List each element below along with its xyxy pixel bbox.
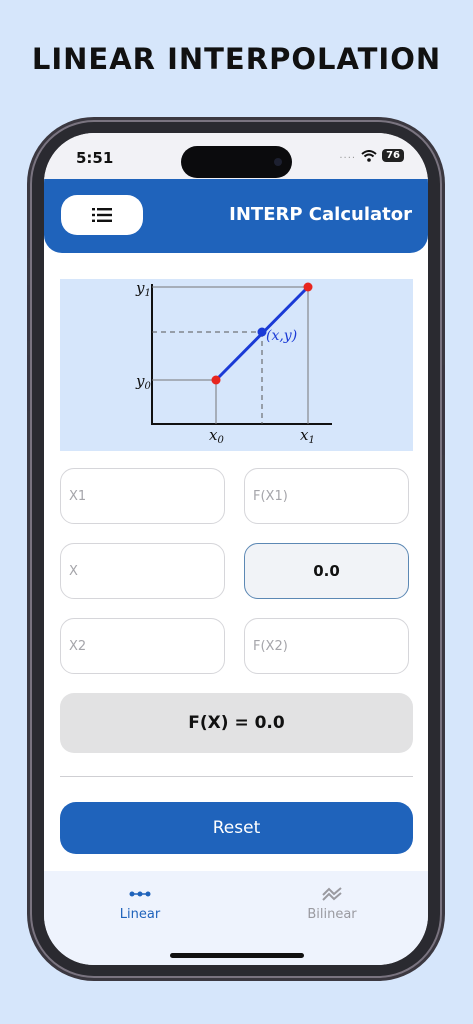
label-point: (x,y) (266, 328, 297, 344)
bilinear-chevrons-icon (322, 887, 342, 901)
label-x0: x0 (209, 426, 224, 446)
bottom-tab-bar: Linear Bilinear (44, 871, 428, 965)
label-y1: y1 (135, 279, 151, 299)
linear-dots-icon (129, 891, 151, 897)
tab-bilinear-label: Bilinear (307, 907, 357, 922)
status-time: 5:51 (76, 149, 114, 167)
label-x1: x1 (300, 426, 315, 446)
tab-linear-label: Linear (119, 907, 161, 922)
app-screen: 5:51 .... 76 INTERP Calculator y1 y0 x0 … (44, 133, 428, 965)
menu-button[interactable] (61, 195, 143, 235)
x-field[interactable]: X (60, 543, 225, 599)
x1-field[interactable]: X1 (60, 468, 225, 524)
fx1-field[interactable]: F(X1) (244, 468, 409, 524)
point-x1-y1 (303, 282, 313, 292)
headline: LINEAR INTERPOLATION (31, 42, 442, 76)
status-bar: 5:51 .... 76 (44, 133, 428, 181)
battery-icon: 76 (382, 149, 404, 162)
app-title: INTERP Calculator (229, 204, 412, 225)
x2-field[interactable]: X2 (60, 618, 225, 674)
signal-icon: .... (339, 150, 357, 161)
divider (60, 776, 413, 777)
dynamic-island (181, 146, 292, 178)
tab-bilinear[interactable]: Bilinear (272, 881, 392, 922)
wifi-icon (361, 149, 377, 162)
result-display: F(X) = 0.0 (60, 693, 413, 753)
point-x0-y0 (211, 375, 221, 385)
home-indicator (170, 953, 304, 958)
menu-lines-icon (92, 208, 112, 222)
reset-button[interactable]: Reset (60, 802, 413, 854)
fx2-field[interactable]: F(X2) (244, 618, 409, 674)
label-y0: y0 (135, 372, 151, 392)
interpolation-diagram: y1 y0 x0 x1 (x,y) (60, 279, 413, 451)
x-value-field[interactable]: 0.0 (244, 543, 409, 599)
app-header: INTERP Calculator (44, 179, 428, 253)
tab-linear[interactable]: Linear (80, 881, 200, 922)
